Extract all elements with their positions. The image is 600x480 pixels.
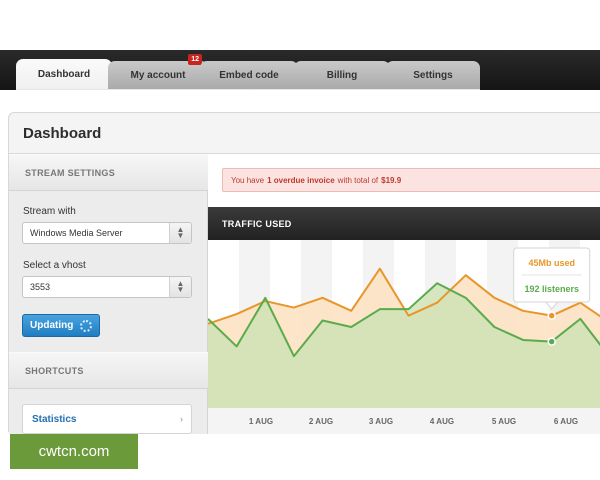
- x-tick-label: 2 AUG: [309, 417, 333, 426]
- alert-prefix: You have: [231, 175, 265, 185]
- shortcut-label: Statistics: [32, 413, 77, 425]
- updating-button[interactable]: Updating: [22, 314, 100, 337]
- x-tick-label: 3 AUG: [369, 417, 393, 426]
- tooltip-listeners: 192 listeners: [524, 284, 579, 294]
- overdue-invoice-alert: You have 1 overdue invoice with total of…: [222, 168, 600, 192]
- spinner-icon: [80, 320, 92, 332]
- button-label: Updating: [30, 320, 74, 331]
- tab-label: Settings: [413, 70, 453, 81]
- x-tick-label: 4 AUG: [430, 417, 454, 426]
- main-content: You have 1 overdue invoice with total of…: [208, 154, 600, 434]
- stream-settings-header: STREAM SETTINGS: [9, 154, 208, 191]
- x-tick-label: 6 AUG: [554, 417, 578, 426]
- vhost-select[interactable]: 3553 ▲ ▼: [22, 276, 192, 298]
- tab-dashboard[interactable]: Dashboard: [16, 59, 112, 90]
- point-marker-used[interactable]: [547, 311, 556, 320]
- select-arrows-icon: ▲ ▼: [169, 277, 191, 297]
- select-arrows-icon: ▲ ▼: [169, 223, 191, 243]
- app-window: Dashboard My account 12 Embed code Billi…: [0, 0, 600, 480]
- chart-tooltip: 45Mb used 192 listeners: [513, 247, 591, 310]
- stream-server-select[interactable]: Windows Media Server ▲ ▼: [22, 222, 192, 244]
- select-value: 3553: [30, 282, 51, 292]
- tab-label: Embed code: [219, 70, 279, 81]
- tab-my-account[interactable]: My account 12: [108, 54, 208, 90]
- chevron-right-icon: ›: [180, 414, 183, 424]
- x-tick-label: 1 AUG: [249, 417, 273, 426]
- tab-embed-code[interactable]: Embed code: [200, 61, 298, 90]
- page-title: Dashboard: [23, 125, 102, 142]
- alert-amount: $19.9: [381, 175, 402, 185]
- watermark: cwtcn.com: [10, 434, 138, 469]
- shortcuts-header: SHORTCUTS: [9, 352, 208, 389]
- notification-badge: 12: [188, 54, 202, 65]
- alert-invoice-link[interactable]: 1 overdue invoice: [267, 176, 335, 185]
- tab-label: Dashboard: [37, 69, 91, 80]
- tooltip-usage: 45Mb used: [528, 258, 575, 268]
- tab-settings[interactable]: Settings: [386, 61, 480, 90]
- tab-label: My account: [130, 70, 186, 81]
- vhost-label: Select a vhost: [23, 260, 86, 271]
- shortcut-statistics[interactable]: Statistics ›: [22, 404, 192, 434]
- tab-bar: Dashboard My account 12 Embed code Billi…: [0, 50, 600, 90]
- sidebar: STREAM SETTINGS Stream with Windows Medi…: [9, 154, 208, 434]
- traffic-header: TRAFFIC USED: [208, 207, 600, 240]
- tab-label: Billing: [326, 70, 358, 81]
- alert-middle: with total of: [337, 175, 379, 185]
- x-tick-label: 5 AUG: [492, 417, 516, 426]
- stream-with-label: Stream with: [23, 206, 76, 217]
- select-value: Windows Media Server: [30, 228, 123, 238]
- point-marker-listeners[interactable]: [547, 337, 556, 346]
- traffic-chart: 1 AUG 2 AUG 3 AUG 4 AUG 5 AUG 6 AUG 45Mb used…: [208, 240, 600, 434]
- tab-billing[interactable]: Billing: [294, 61, 390, 90]
- dashboard-panel: Dashboard STREAM SETTINGS Stream with Wi…: [8, 112, 600, 434]
